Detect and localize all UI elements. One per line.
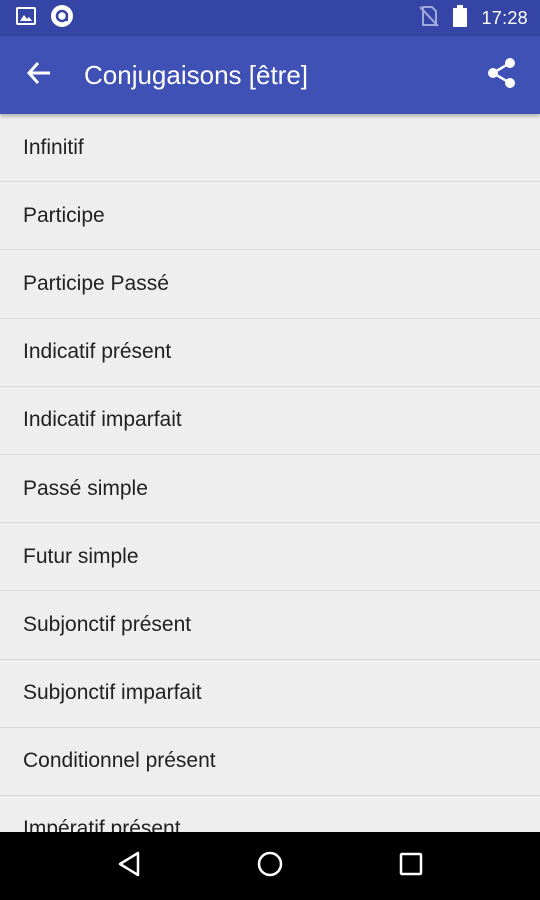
status-left [16,4,74,33]
arrow-back-icon [25,59,53,92]
app-notification-icon [50,4,74,33]
image-notification-icon [16,6,36,31]
list-item[interactable]: Subjonctif présent [0,591,540,660]
list-item[interactable]: Indicatif imparfait [0,387,540,455]
page-title: Conjugaisons [être] [84,59,309,90]
list-item[interactable]: Futur simple [0,523,540,592]
screen: 17:28 Conjugaisons [être] Infinitif Part… [0,0,540,900]
battery-icon [453,4,468,32]
back-triangle-icon [116,850,142,883]
no-sim-icon [419,5,440,32]
share-icon [484,56,518,95]
list-item[interactable]: Participe Passé [0,250,540,319]
recents-square-icon [398,851,424,882]
status-right: 17:28 [419,4,528,32]
status-bar: 17:28 [0,0,540,36]
list-item[interactable]: Indicatif présent [0,319,540,387]
app-bar: Conjugaisons [être] [0,36,540,114]
nav-home-button[interactable] [240,836,300,896]
list-item[interactable]: Conditionnel présent [0,728,540,796]
system-nav-bar [0,832,540,900]
share-button[interactable] [462,36,540,114]
list-item[interactable]: Impératif présent [0,796,540,832]
list-item[interactable]: Subjonctif imparfait [0,660,540,728]
back-button[interactable] [0,36,78,114]
conjugation-list[interactable]: Infinitif Participe Participe Passé Indi… [0,114,540,832]
status-time: 17:28 [481,7,528,28]
list-item[interactable]: Infinitif [0,114,540,183]
home-circle-icon [256,850,284,883]
nav-recents-button[interactable] [381,836,441,896]
list-item[interactable]: Participe [0,182,540,251]
list-item[interactable]: Passé simple [0,455,540,524]
nav-back-button[interactable] [99,836,159,896]
